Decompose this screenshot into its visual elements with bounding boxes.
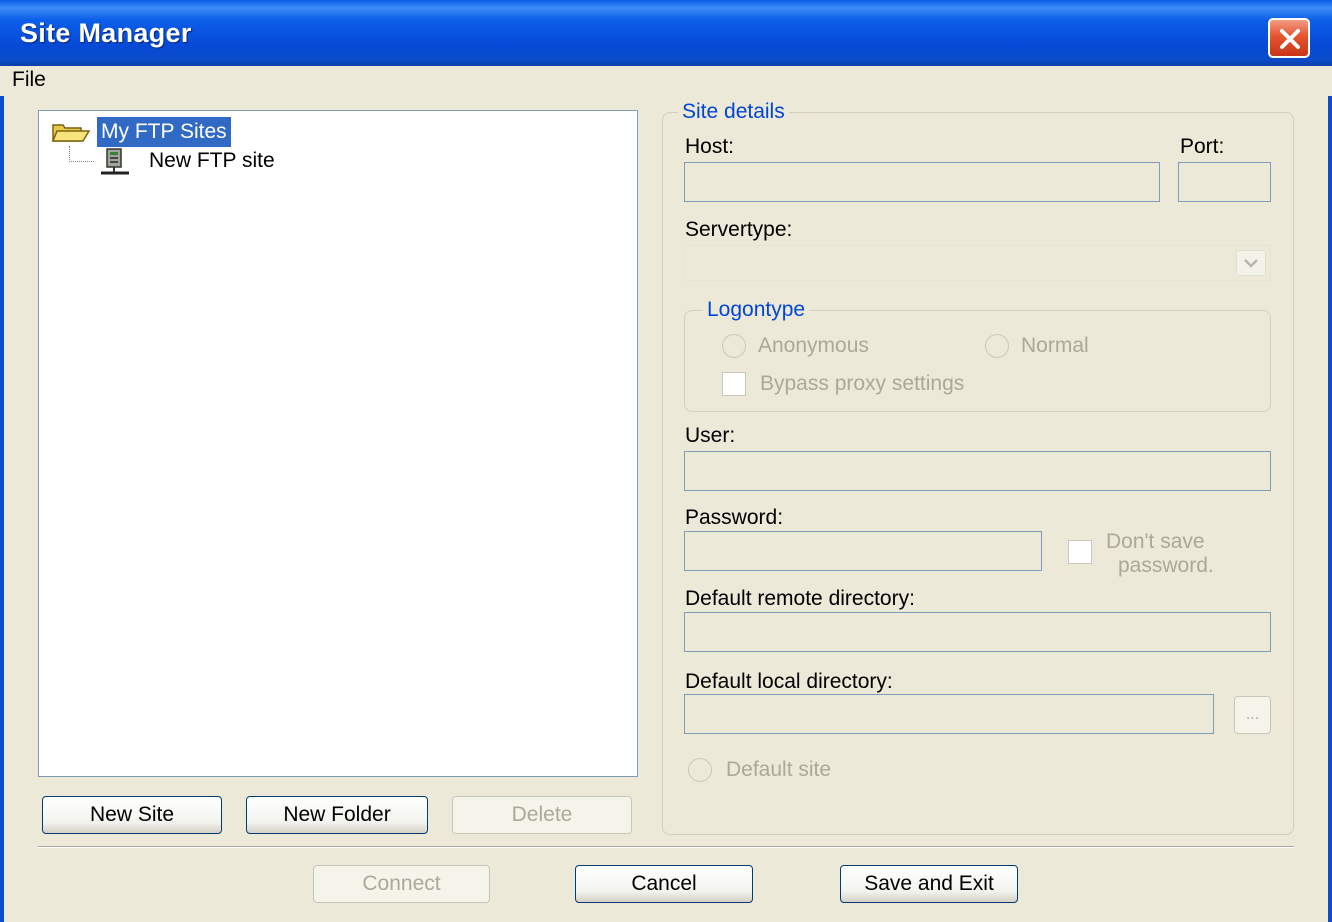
anonymous-radio[interactable]: [722, 334, 746, 358]
normal-radio[interactable]: [985, 334, 1009, 358]
default-site-radio[interactable]: [688, 758, 712, 782]
cancel-button[interactable]: Cancel: [575, 865, 753, 903]
delete-button[interactable]: Delete: [452, 796, 632, 834]
dropdown-button[interactable]: [1236, 250, 1266, 276]
port-input[interactable]: [1178, 162, 1271, 202]
window-border-left: [0, 66, 4, 922]
dont-save-password-checkbox[interactable]: [1068, 540, 1092, 564]
bypass-proxy-checkbox[interactable]: [722, 372, 746, 396]
normal-label: Normal: [1021, 334, 1089, 357]
logontype-legend: Logontype: [703, 298, 810, 322]
remote-dir-input[interactable]: [684, 612, 1271, 652]
close-icon: [1280, 29, 1300, 49]
remote-dir-label: Default remote directory:: [685, 587, 915, 610]
servertype-select[interactable]: [684, 245, 1271, 281]
menu-file[interactable]: File: [12, 68, 46, 92]
browse-local-dir-button[interactable]: ...: [1234, 696, 1271, 734]
local-dir-label: Default local directory:: [685, 670, 893, 693]
tree-connector: [69, 146, 94, 162]
dont-save-label-line2: password.: [1118, 554, 1214, 577]
new-folder-button[interactable]: New Folder: [246, 796, 428, 834]
tree-root-label[interactable]: My FTP Sites: [97, 117, 231, 147]
server-icon: [101, 148, 129, 175]
connect-button[interactable]: Connect: [313, 865, 490, 903]
user-input[interactable]: [684, 451, 1271, 491]
port-label: Port:: [1180, 135, 1225, 158]
site-details-legend: Site details: [678, 100, 789, 124]
host-input[interactable]: [684, 162, 1160, 202]
chevron-down-icon: [1244, 259, 1258, 268]
open-folder-icon: [51, 124, 91, 142]
password-input[interactable]: [684, 531, 1042, 571]
title-bar: Site Manager: [0, 0, 1332, 66]
separator: [38, 846, 1294, 848]
close-button[interactable]: [1268, 18, 1310, 58]
save-and-exit-button[interactable]: Save and Exit: [840, 865, 1018, 903]
user-label: User:: [685, 424, 736, 447]
bypass-proxy-label: Bypass proxy settings: [760, 372, 965, 395]
servertype-label: Servertype:: [685, 218, 793, 241]
password-label: Password:: [685, 506, 784, 529]
window-title: Site Manager: [20, 18, 192, 48]
anonymous-label: Anonymous: [758, 334, 869, 357]
menu-bar: File: [0, 66, 1332, 96]
site-tree[interactable]: My FTP Sites New FTP site: [38, 110, 638, 777]
local-dir-input[interactable]: [684, 694, 1214, 734]
new-site-button[interactable]: New Site: [42, 796, 222, 834]
window-border-right: [1328, 66, 1332, 922]
default-site-label: Default site: [726, 758, 832, 781]
logontype-group: [684, 310, 1271, 412]
host-label: Host:: [685, 135, 735, 158]
dont-save-label-line1: Don't save: [1106, 530, 1205, 553]
tree-child-label[interactable]: New FTP site: [149, 147, 275, 175]
